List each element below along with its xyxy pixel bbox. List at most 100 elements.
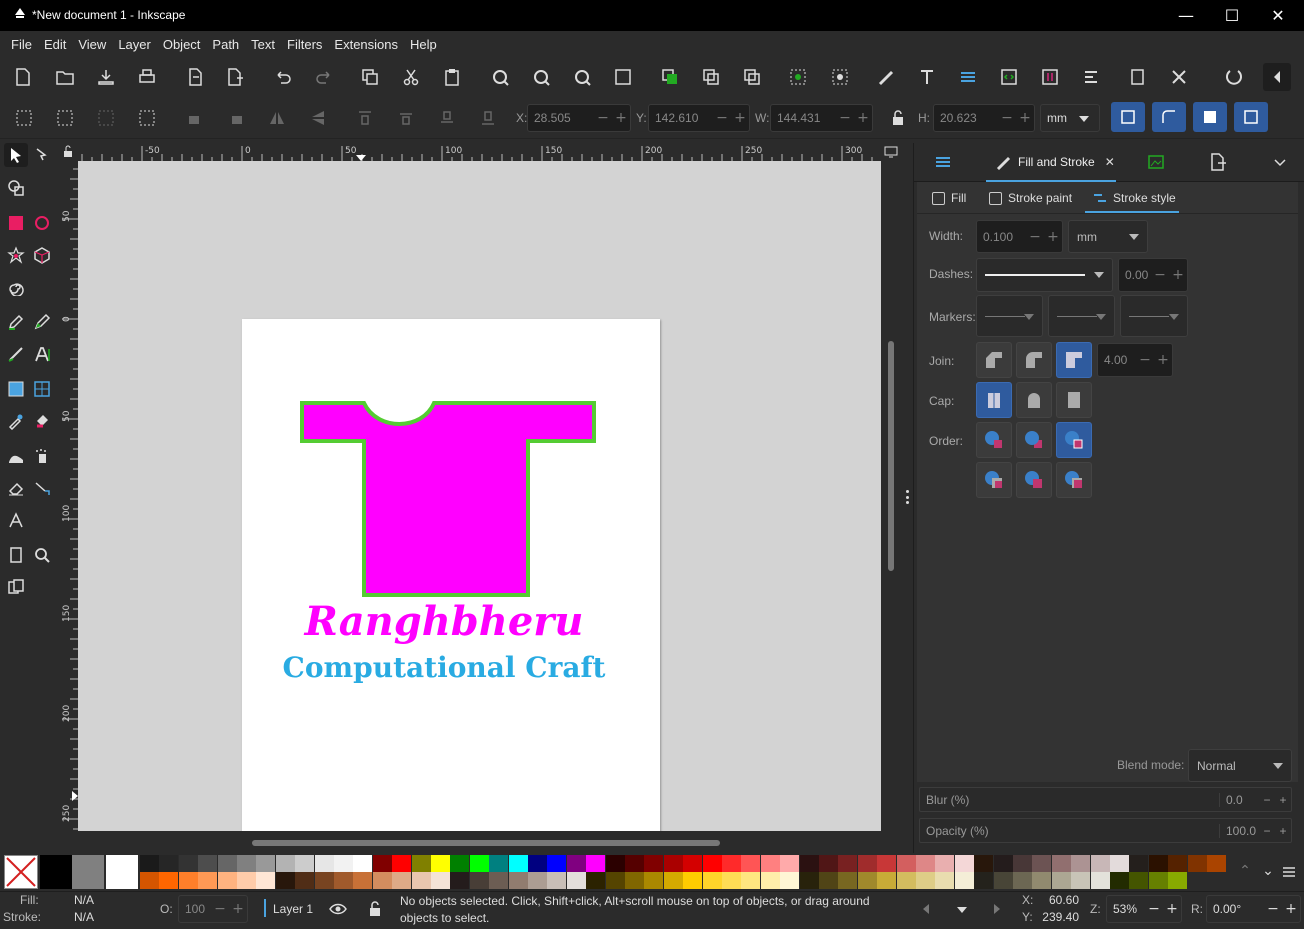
color-swatch[interactable] bbox=[314, 855, 334, 872]
plus-icon[interactable]: + bbox=[731, 110, 749, 126]
fill-stroke-tab[interactable]: Fill and Stroke ✕ bbox=[986, 143, 1116, 182]
move-patterns-button[interactable] bbox=[1234, 102, 1268, 132]
mid-marker-select[interactable] bbox=[1048, 295, 1115, 337]
color-swatch[interactable] bbox=[954, 855, 974, 872]
stroke-width-field[interactable]: 0.100− + bbox=[976, 220, 1063, 253]
scale-stroke-button[interactable] bbox=[1111, 102, 1145, 132]
color-swatch[interactable] bbox=[178, 872, 198, 889]
minus-icon[interactable]: − bbox=[998, 110, 1016, 126]
next-page-button[interactable] bbox=[983, 895, 1011, 923]
plus-icon[interactable]: + bbox=[1169, 267, 1187, 283]
no-paint-swatch[interactable] bbox=[4, 855, 38, 889]
color-swatch[interactable] bbox=[1110, 872, 1129, 889]
color-swatch[interactable] bbox=[198, 872, 218, 889]
blend-mode-select[interactable]: Normal bbox=[1188, 749, 1292, 782]
color-swatch[interactable] bbox=[353, 855, 373, 872]
brand-tagline-text[interactable]: Computational Craft bbox=[283, 651, 606, 684]
miter-join-button[interactable] bbox=[1056, 342, 1092, 378]
display-mode-button[interactable] bbox=[881, 143, 901, 161]
open-button[interactable] bbox=[51, 63, 79, 91]
group-button[interactable] bbox=[784, 63, 812, 91]
minus-icon[interactable]: − bbox=[1026, 229, 1044, 245]
color-swatch[interactable] bbox=[508, 872, 528, 889]
layers-dialog-button[interactable] bbox=[954, 63, 982, 91]
layers-tab[interactable] bbox=[929, 148, 957, 176]
menu-edit[interactable]: Edit bbox=[38, 37, 72, 52]
color-swatch[interactable] bbox=[1168, 855, 1188, 872]
color-swatch[interactable] bbox=[1168, 872, 1188, 889]
snap-popover-button[interactable] bbox=[1263, 63, 1291, 91]
flip-vertical-button[interactable] bbox=[304, 104, 332, 132]
color-swatch[interactable] bbox=[217, 855, 237, 872]
rotate-ccw-button[interactable] bbox=[181, 104, 209, 132]
color-swatch[interactable] bbox=[1013, 855, 1032, 872]
star-tool[interactable] bbox=[4, 243, 28, 267]
color-swatch[interactable] bbox=[547, 872, 567, 889]
plus-icon[interactable]: + bbox=[229, 901, 247, 917]
rectangle-tool[interactable] bbox=[4, 211, 28, 235]
save-button[interactable] bbox=[92, 63, 120, 91]
color-swatch[interactable] bbox=[722, 872, 741, 889]
black-swatch[interactable] bbox=[40, 855, 72, 889]
plus-icon[interactable]: + bbox=[1154, 352, 1172, 368]
move-gradients-button[interactable] bbox=[1193, 102, 1227, 132]
unlink-clone-button[interactable] bbox=[738, 63, 766, 91]
export-tab[interactable] bbox=[1142, 148, 1170, 176]
color-swatch[interactable] bbox=[469, 872, 489, 889]
color-swatch[interactable] bbox=[916, 855, 935, 872]
undo-button[interactable] bbox=[269, 63, 297, 91]
color-swatch[interactable] bbox=[586, 855, 606, 872]
paint-bucket-tool[interactable] bbox=[30, 409, 54, 433]
plus-icon[interactable]: + bbox=[1282, 901, 1300, 917]
dash-pattern-select[interactable] bbox=[976, 258, 1113, 292]
color-swatch[interactable] bbox=[508, 855, 528, 872]
color-swatch[interactable] bbox=[140, 872, 159, 889]
tweak-tool[interactable] bbox=[4, 444, 28, 468]
dash-offset-field[interactable]: 0.00− + bbox=[1118, 258, 1188, 292]
color-swatch[interactable] bbox=[392, 872, 412, 889]
color-swatch[interactable] bbox=[528, 872, 547, 889]
minus-icon[interactable]: − bbox=[836, 110, 854, 126]
color-swatch[interactable] bbox=[1129, 855, 1149, 872]
menu-filters[interactable]: Filters bbox=[281, 37, 328, 52]
color-swatch[interactable] bbox=[450, 855, 470, 872]
color-swatch[interactable] bbox=[799, 872, 819, 889]
order-stroke-markers-fill-button[interactable] bbox=[1016, 462, 1052, 498]
color-swatch[interactable] bbox=[1207, 855, 1226, 872]
color-swatch[interactable] bbox=[644, 872, 664, 889]
ellipse-tool[interactable] bbox=[30, 211, 54, 235]
color-swatch[interactable] bbox=[1071, 855, 1091, 872]
color-swatch[interactable] bbox=[159, 855, 179, 872]
color-swatch[interactable] bbox=[954, 872, 974, 889]
menu-text[interactable]: Text bbox=[245, 37, 281, 52]
color-swatch[interactable] bbox=[159, 872, 179, 889]
menu-file[interactable]: File bbox=[5, 37, 38, 52]
order-markers-fill-stroke-button[interactable] bbox=[1056, 422, 1092, 458]
color-swatch[interactable] bbox=[1071, 872, 1091, 889]
color-swatch[interactable] bbox=[993, 855, 1013, 872]
plus-icon[interactable]: + bbox=[1275, 824, 1291, 838]
color-swatch[interactable] bbox=[625, 855, 644, 872]
stroke-unit-select[interactable]: mm bbox=[1068, 220, 1148, 253]
color-swatch[interactable] bbox=[431, 855, 450, 872]
color-swatch[interactable] bbox=[780, 872, 800, 889]
zoom-selection-button[interactable] bbox=[486, 63, 514, 91]
color-swatch[interactable] bbox=[566, 855, 586, 872]
color-swatch[interactable] bbox=[683, 855, 703, 872]
horizontal-scrollbar[interactable] bbox=[78, 831, 901, 853]
clone-button[interactable] bbox=[697, 63, 725, 91]
start-marker-select[interactable] bbox=[976, 295, 1043, 337]
color-swatch[interactable] bbox=[237, 872, 256, 889]
order-stroke-fill-markers-button[interactable] bbox=[1016, 422, 1052, 458]
align-dialog-button[interactable] bbox=[1077, 63, 1105, 91]
eraser-tool[interactable] bbox=[4, 476, 28, 500]
spray-tool[interactable] bbox=[30, 444, 54, 468]
objects-dialog-button[interactable] bbox=[1036, 63, 1064, 91]
plus-icon[interactable]: + bbox=[854, 110, 872, 126]
brand-name-text[interactable]: Ranghbheru bbox=[304, 598, 584, 645]
ruler-corner[interactable] bbox=[58, 143, 78, 161]
scale-corners-button[interactable] bbox=[1152, 102, 1186, 132]
dock-resize-handle[interactable] bbox=[903, 490, 911, 504]
color-swatch[interactable] bbox=[605, 855, 625, 872]
order-fill-stroke-markers-button[interactable] bbox=[976, 422, 1012, 458]
